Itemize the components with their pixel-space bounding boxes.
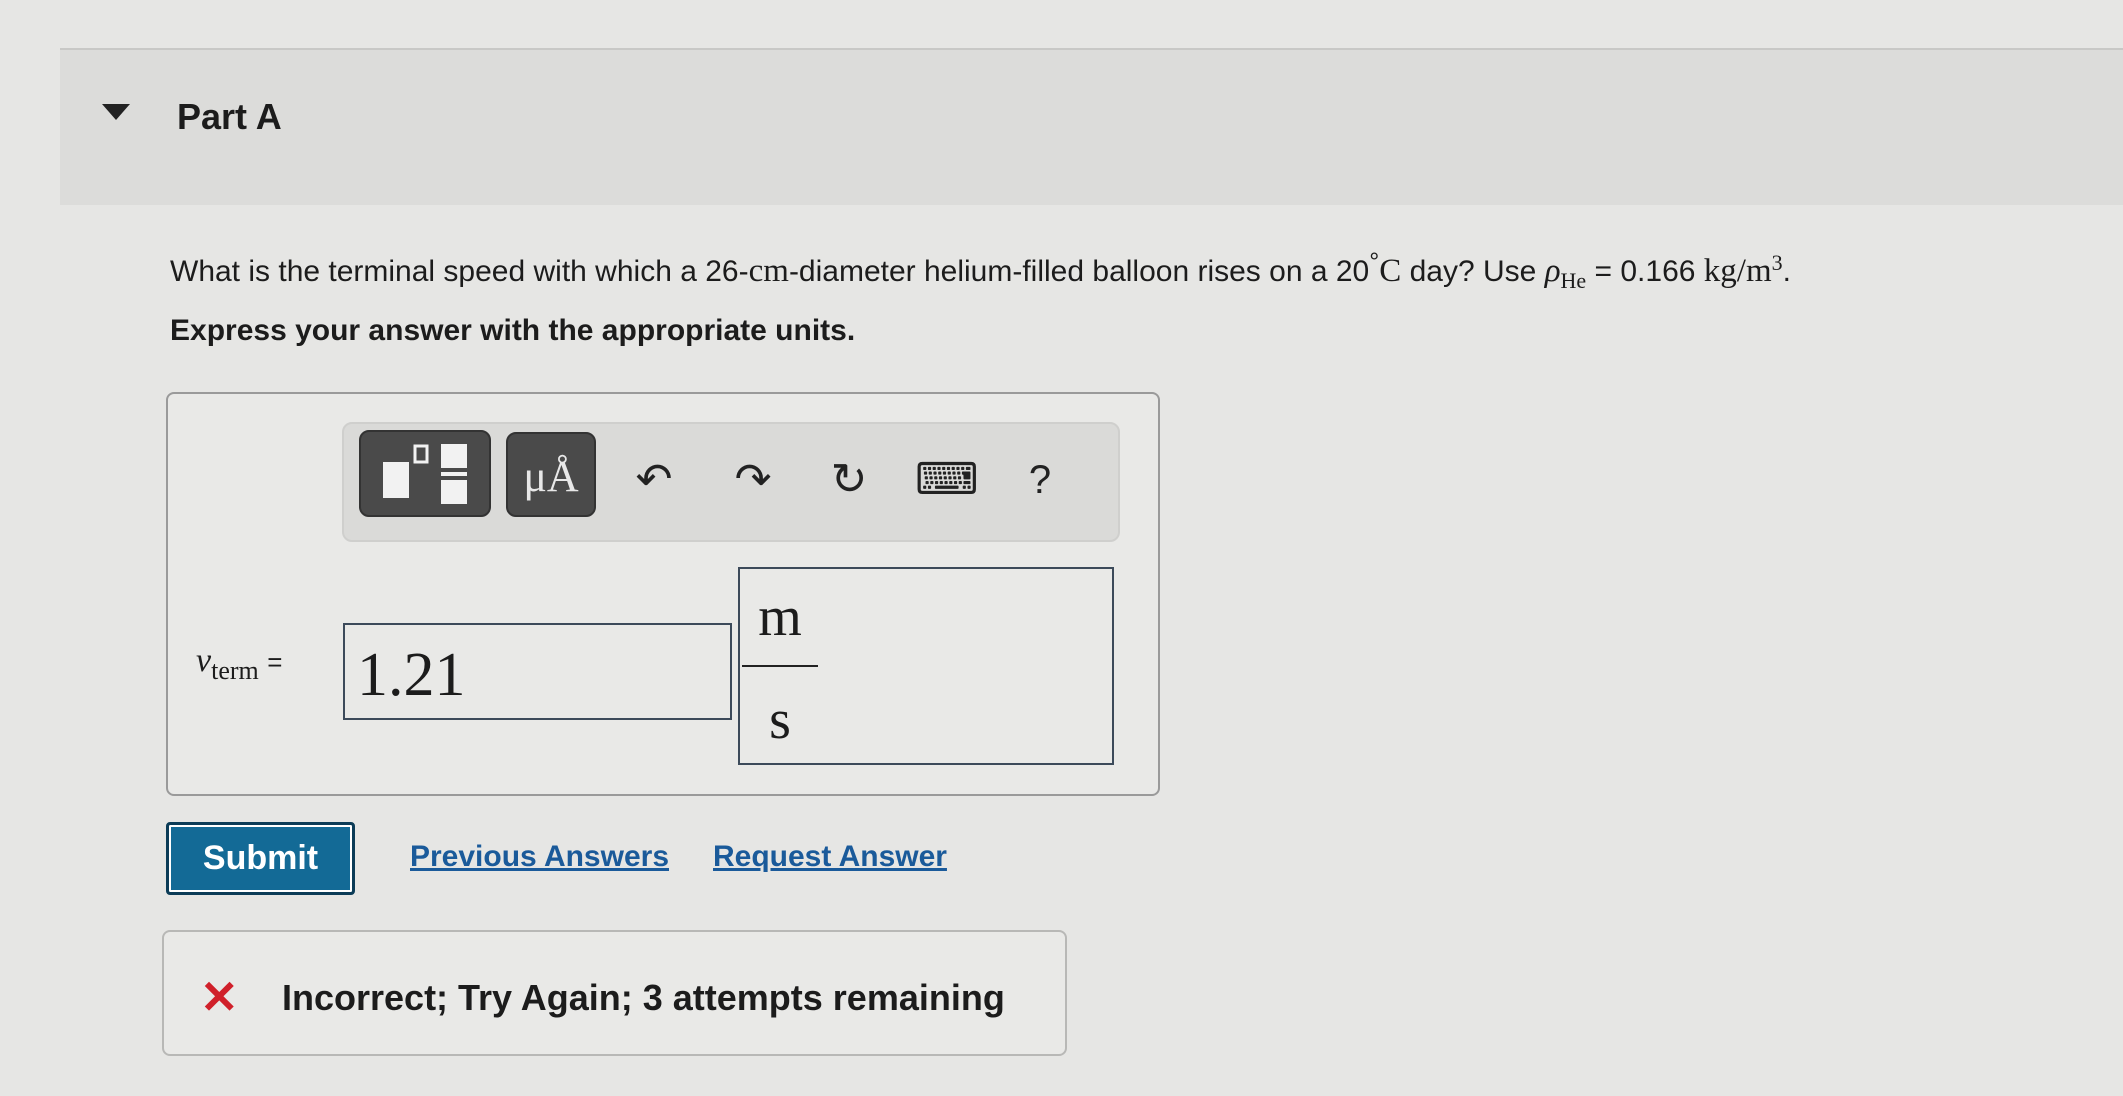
degree-symbol: ° xyxy=(1369,248,1380,276)
previous-answers-link[interactable]: Previous Answers xyxy=(410,840,669,874)
question-period: . xyxy=(1782,255,1791,288)
part-header xyxy=(60,48,2123,205)
reset-icon[interactable]: ↻ xyxy=(819,450,879,510)
unit-celsius: C xyxy=(1379,253,1402,289)
unit-numerator: m xyxy=(758,586,802,648)
unit-denominator: s xyxy=(769,689,791,751)
units-button[interactable]: μÅ xyxy=(506,432,596,517)
equals-sign: = xyxy=(267,647,283,677)
fraction-template-icon xyxy=(383,444,467,504)
variable-subscript: term xyxy=(211,655,259,685)
request-answer-link[interactable]: Request Answer xyxy=(713,840,947,874)
submit-button[interactable]: Submit xyxy=(166,822,355,895)
question-part: -diameter helium-filled balloon rises on… xyxy=(788,255,1370,288)
feedback-text: Incorrect; Try Again; 3 attempts remaini… xyxy=(282,977,1005,1018)
question-part: What is the terminal speed with which a … xyxy=(170,255,749,288)
part-title: Part A xyxy=(177,96,282,137)
variable-symbol: v xyxy=(196,642,212,679)
answer-value-input[interactable] xyxy=(343,623,732,720)
templates-button[interactable] xyxy=(359,430,491,517)
undo-icon[interactable]: ↶ xyxy=(624,450,684,510)
rho-subscript: He xyxy=(1560,268,1587,293)
instructions: Express your answer with the appropriate… xyxy=(170,314,856,347)
collapse-caret-icon[interactable] xyxy=(102,104,130,120)
question-part: day? Use xyxy=(1401,255,1545,288)
density-value: = 0.166 xyxy=(1586,255,1704,288)
rho-symbol: ρ xyxy=(1544,253,1561,289)
variable-label: vterm = xyxy=(196,642,282,686)
redo-icon[interactable]: ↷ xyxy=(723,450,783,510)
density-unit: kg/m xyxy=(1703,253,1772,289)
density-exponent: 3 xyxy=(1771,250,1783,275)
question-text: What is the terminal speed with which a … xyxy=(170,248,1791,294)
unit-cm: cm xyxy=(748,253,789,289)
keyboard-icon[interactable]: ⌨ xyxy=(915,450,979,510)
help-icon[interactable]: ? xyxy=(1010,450,1070,510)
fraction-bar xyxy=(742,665,818,667)
incorrect-x-icon: ✕ xyxy=(200,971,239,1023)
